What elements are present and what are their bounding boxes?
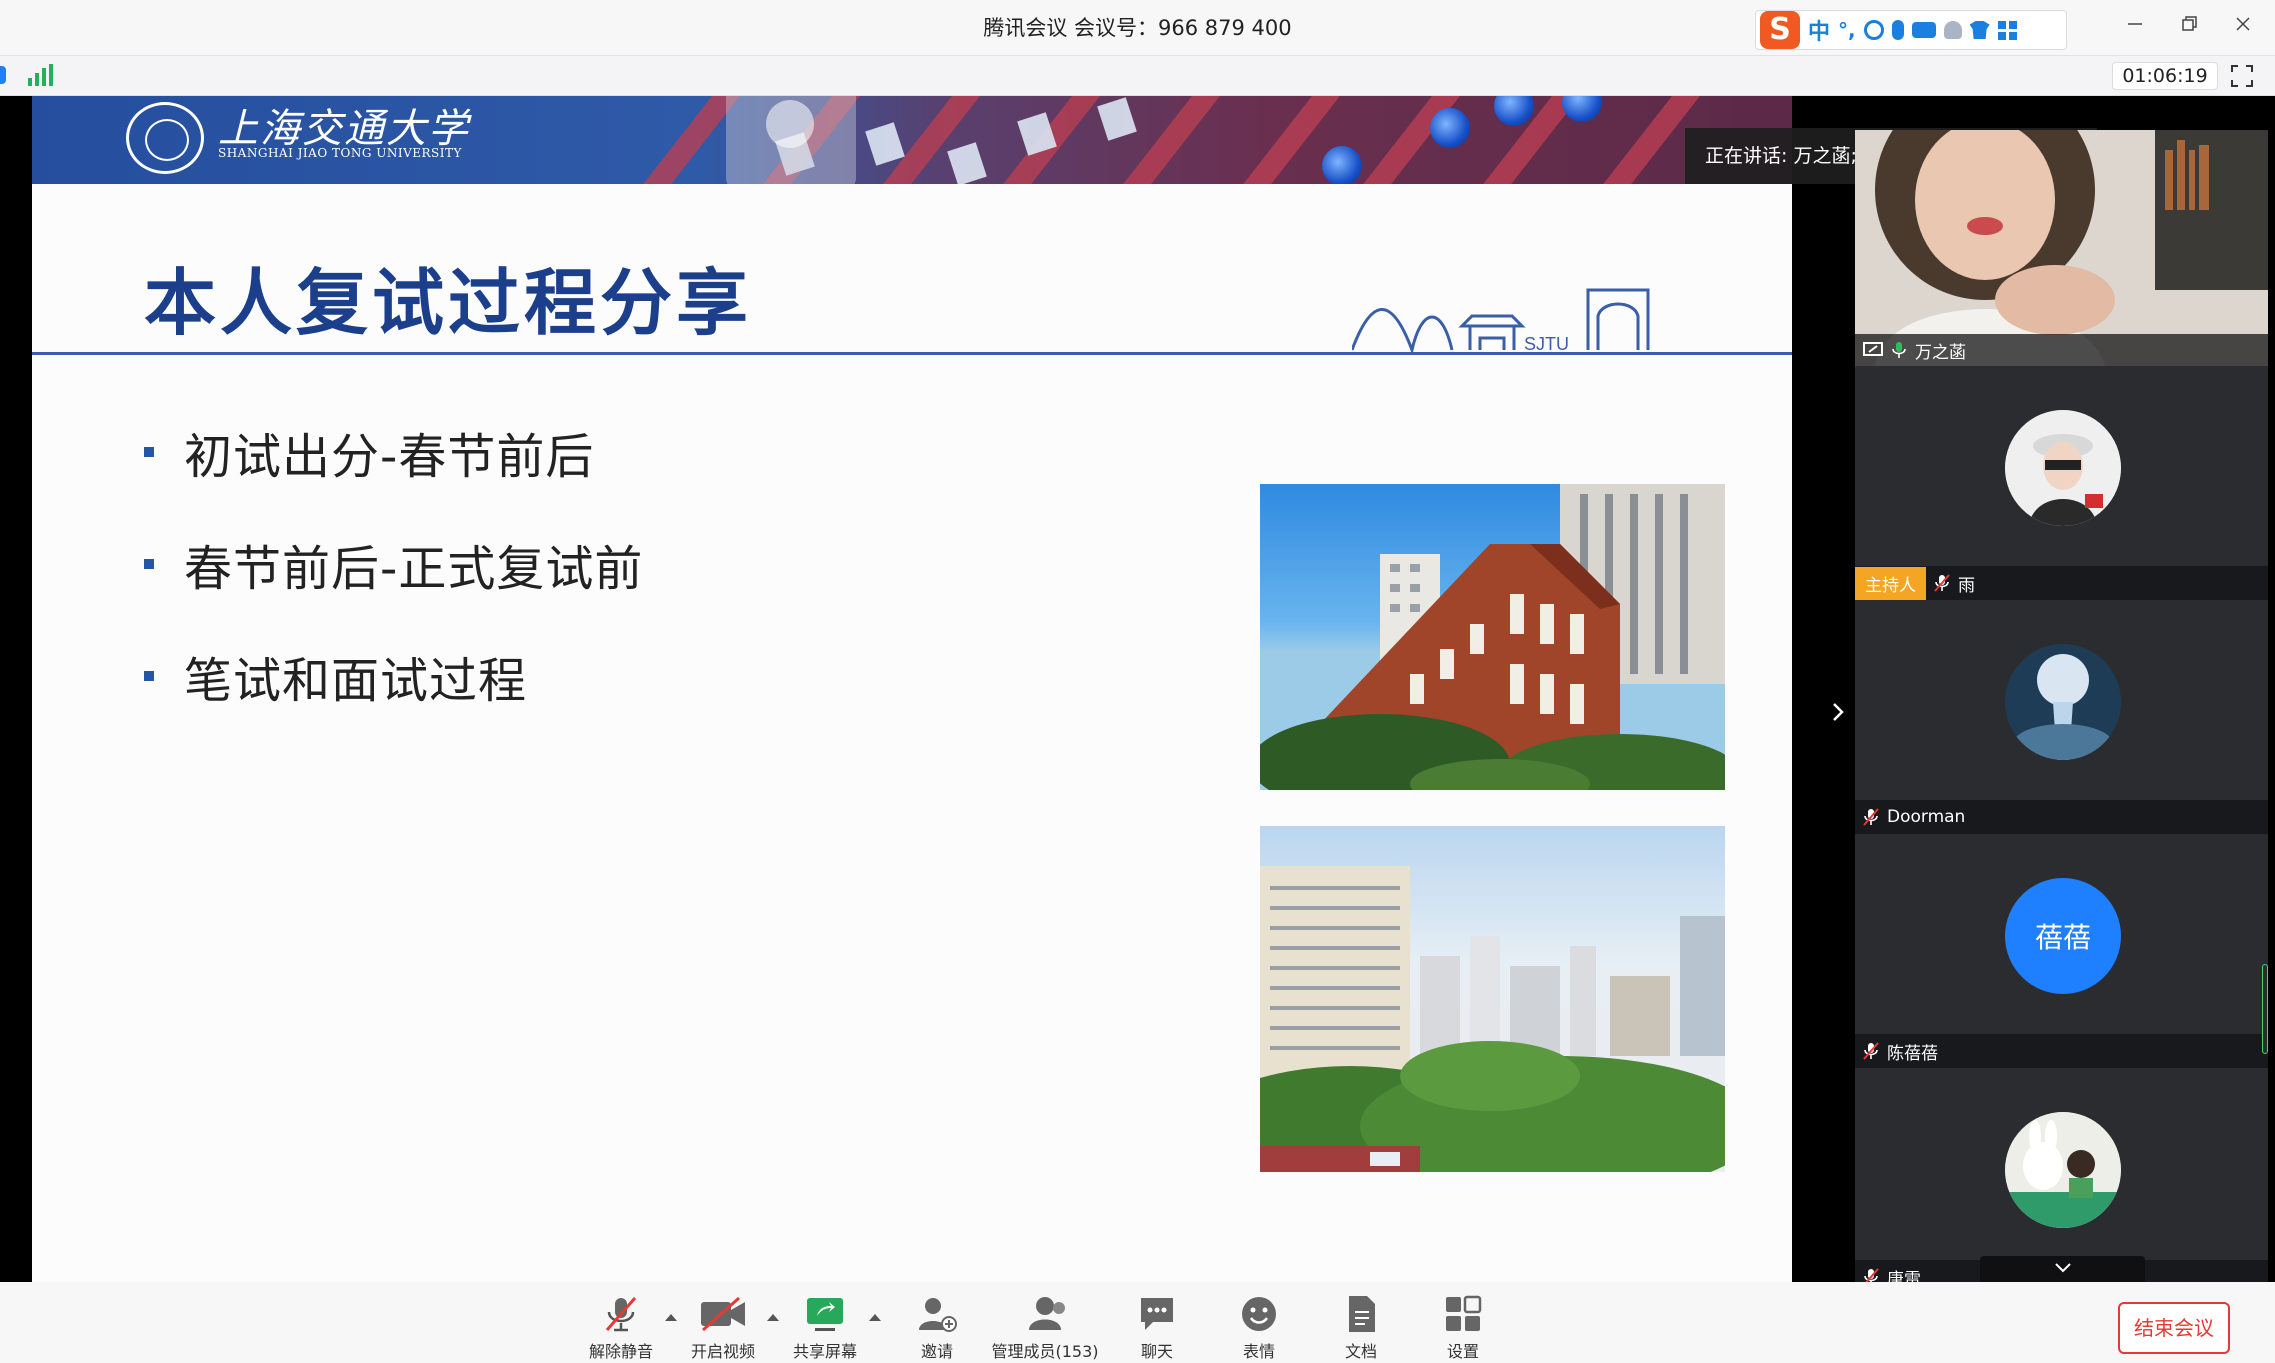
voice-input-icon[interactable] xyxy=(1891,20,1904,40)
participant-tile[interactable]: 蓓蓓 陈蓓蓓 xyxy=(1855,834,2268,1068)
emoji-label: 表情 xyxy=(1242,1342,1275,1361)
presentation-slide: 上海交通大学 SHANGHAI JIAO TONG UNIVERSITY 本人复… xyxy=(32,96,1792,1282)
share-options-caret-icon[interactable] xyxy=(869,1314,881,1321)
chat-icon xyxy=(1141,1298,1173,1330)
settings-button[interactable]: 设置 xyxy=(1408,1294,1518,1362)
sogou-logo-icon[interactable]: S xyxy=(1760,11,1800,49)
restore-icon[interactable] xyxy=(2177,12,2201,36)
mic-muted-icon xyxy=(1863,1042,1879,1060)
meeting-info-bar: 01:06:19 xyxy=(0,56,2275,96)
bullet-item: 笔试和面试过程 xyxy=(144,620,643,732)
mic-muted-icon xyxy=(1934,574,1950,592)
participant-namebar: Doorman xyxy=(1855,800,2268,834)
docs-label: 文档 xyxy=(1344,1342,1377,1361)
participant-namebar: 主持人 雨 xyxy=(1855,566,2268,600)
manage-members-button[interactable]: 管理成员(153) xyxy=(990,1294,1100,1362)
close-icon[interactable] xyxy=(2231,12,2255,36)
ime-toolbar[interactable]: S 中 °, xyxy=(1755,10,2067,50)
manage-members-label: 管理成员(153) xyxy=(991,1342,1099,1361)
participant-name: 陈蓓蓓 xyxy=(1887,1043,1938,1064)
shared-screen-area: 上海交通大学 SHANGHAI JIAO TONG UNIVERSITY 本人复… xyxy=(0,96,1792,1282)
share-screen-icon xyxy=(807,1298,843,1331)
bullet-marker xyxy=(144,559,154,569)
participant-tile[interactable]: Doorman xyxy=(1855,600,2268,834)
slide-bullet-list: 初试出分-春节前后 春节前后-正式复试前 笔试和面试过程 xyxy=(144,396,643,732)
participant-name: Doorman xyxy=(1887,807,1966,827)
mic-muted-icon xyxy=(1864,1268,1879,1282)
share-screen-button[interactable]: 共享屏幕 xyxy=(770,1294,880,1362)
participant-tile[interactable]: 唐雷 xyxy=(1855,1068,2268,1282)
avatar xyxy=(2005,410,2121,526)
start-video-label: 开启视频 xyxy=(690,1342,755,1361)
invite-button[interactable]: 邀请 xyxy=(882,1294,992,1362)
network-signal-icon[interactable] xyxy=(28,64,53,86)
end-meeting-button[interactable]: 结束会议 xyxy=(2118,1302,2230,1354)
settings-grid-icon xyxy=(1446,1295,1482,1331)
window-title-bar: 腾讯会议 会议号：966 879 400 S 中 °, xyxy=(0,0,2275,56)
bullet-marker xyxy=(144,671,154,681)
participant-tile[interactable]: 万之菡 xyxy=(1855,80,2268,366)
unmute-button[interactable]: 解除静音 xyxy=(566,1294,676,1362)
settings-label: 设置 xyxy=(1446,1342,1479,1361)
skin-icon[interactable] xyxy=(1969,21,1990,39)
keyboard-icon[interactable] xyxy=(1911,22,1936,38)
sjtu-skyline-icon: SJTU xyxy=(1352,288,1650,356)
video-off-icon xyxy=(701,1296,745,1332)
meeting-timer: 01:06:19 xyxy=(2112,62,2218,90)
collapse-gallery-icon[interactable] xyxy=(1826,700,1850,724)
screen-share-icon xyxy=(1863,342,1883,356)
bullet-item: 春节前后-正式复试前 xyxy=(144,508,643,620)
bullet-item: 初试出分-春节前后 xyxy=(144,396,643,508)
chat-button[interactable]: 聊天 xyxy=(1102,1294,1212,1362)
slide-banner: 上海交通大学 SHANGHAI JIAO TONG UNIVERSITY xyxy=(32,96,1792,184)
participant-tile[interactable]: 主持人 雨 xyxy=(1855,366,2268,600)
ime-language-label[interactable]: 中 xyxy=(1808,14,1830,46)
avatar-initials: 蓓蓓 xyxy=(2005,878,2121,994)
host-badge: 主持人 xyxy=(1855,566,1926,600)
meeting-toolbar: 解除静音 开启视频 共享屏幕 邀请 管理成员(153) 聊天 表情 文档 设置 … xyxy=(0,1282,2275,1363)
avatar xyxy=(2005,644,2121,760)
skyline-label: SJTU xyxy=(1524,334,1569,354)
invite-icon xyxy=(919,1298,957,1332)
bullet-marker xyxy=(144,447,154,457)
participant-name: 万之菡 xyxy=(1915,342,1966,363)
mic-on-icon xyxy=(1892,342,1906,358)
participant-namebar: 陈蓓蓓 xyxy=(1855,1034,2268,1068)
slide-title: 本人复试过程分享 xyxy=(144,261,753,345)
smile-icon xyxy=(1242,1297,1276,1331)
chat-label: 聊天 xyxy=(1140,1342,1173,1361)
fullscreen-icon[interactable] xyxy=(2230,64,2254,88)
mic-muted-icon xyxy=(1863,808,1879,826)
members-icon xyxy=(1029,1297,1065,1330)
emoji-button[interactable]: 表情 xyxy=(1204,1294,1314,1362)
mic-muted-icon xyxy=(605,1297,637,1332)
gallery-scrollbar[interactable] xyxy=(2262,964,2268,1054)
campus-photo-aerial xyxy=(1260,826,1725,1172)
sjtu-seal-icon xyxy=(126,102,204,174)
bullet-text: 春节前后-正式复试前 xyxy=(184,541,644,597)
participant-video-feed xyxy=(1855,80,2268,366)
bullet-text: 初试出分-春节前后 xyxy=(184,429,595,485)
unmute-label: 解除静音 xyxy=(588,1342,653,1361)
toolbox-icon[interactable] xyxy=(1997,20,2017,40)
document-icon xyxy=(1349,1296,1375,1332)
avatar xyxy=(2005,1112,2121,1228)
participant-namebar: 万之菡 xyxy=(1855,334,2268,366)
share-screen-label: 共享屏幕 xyxy=(792,1342,857,1361)
minimize-icon[interactable] xyxy=(2123,12,2147,36)
docs-button[interactable]: 文档 xyxy=(1306,1294,1416,1362)
start-video-button[interactable]: 开启视频 xyxy=(668,1294,778,1362)
camera-lens-overlay xyxy=(726,96,856,184)
gallery-scroll-down-icon[interactable] xyxy=(1980,1256,2145,1282)
bullet-text: 笔试和面试过程 xyxy=(184,653,528,709)
emoji-icon[interactable] xyxy=(1863,20,1884,40)
university-logo-en: SHANGHAI JIAO TONG UNIVERSITY xyxy=(218,146,462,160)
user-icon[interactable] xyxy=(1943,21,1962,39)
participant-name: 雨 xyxy=(1958,575,1975,596)
punctuation-icon[interactable]: °, xyxy=(1838,18,1856,42)
invite-label: 邀请 xyxy=(920,1342,953,1361)
security-shield-icon[interactable] xyxy=(0,66,6,84)
participant-name: 唐雷 xyxy=(1887,1269,1921,1283)
campus-photo-brick-building xyxy=(1260,484,1725,790)
